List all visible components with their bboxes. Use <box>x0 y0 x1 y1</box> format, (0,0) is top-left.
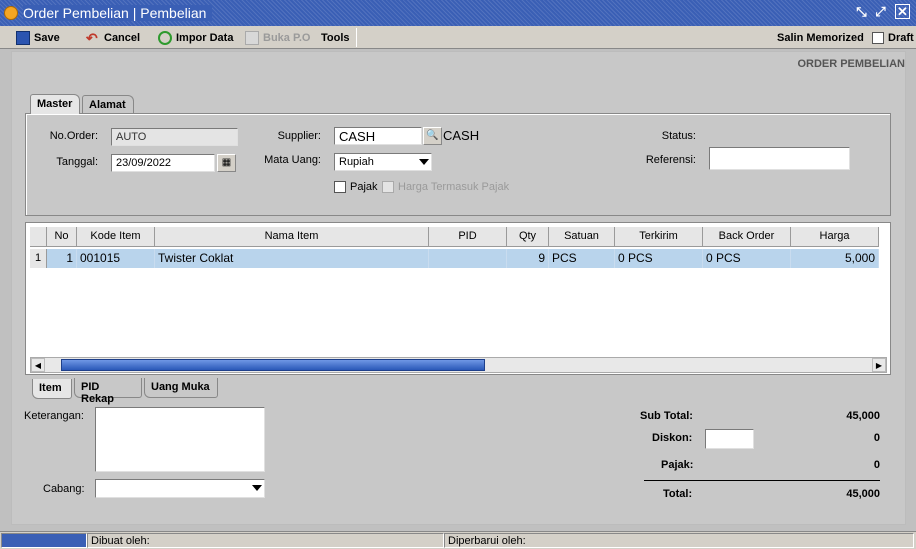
cell-no: 1 <box>47 249 77 268</box>
col-header[interactable]: Kode Item <box>77 227 155 247</box>
col-header[interactable]: Back Order <box>703 227 791 247</box>
tanggal-field[interactable]: 23/09/2022 <box>111 154 215 172</box>
row-indicator: 1 <box>30 249 47 268</box>
close-icon[interactable]: ✕ <box>895 4 910 19</box>
mata-uang-select[interactable]: Rupiah <box>334 153 432 171</box>
keterangan-label: Keterangan: <box>24 410 84 422</box>
undo-icon: ↶ <box>86 30 98 46</box>
mata-uang-label: Mata Uang: <box>264 154 321 166</box>
supplier-field[interactable]: CASH <box>334 127 422 145</box>
diskon-label: Diskon: <box>652 432 693 444</box>
sub-total-value: 45,000 <box>846 410 880 422</box>
scroll-thumb[interactable] <box>61 359 485 371</box>
page-heading: ORDER PEMBELIAN <box>797 58 905 70</box>
total-label: Total: <box>663 488 693 500</box>
status-bar: Dibuat oleh: Diperbarui oleh: <box>0 531 916 549</box>
toolbar: Save ↶ Cancel Impor Data Buka P.O Tools … <box>0 26 916 49</box>
supplier-lookup-icon[interactable]: 🔍 <box>423 127 442 145</box>
supplier-name: CASH <box>443 128 480 143</box>
tools-menu[interactable]: Tools <box>321 30 350 46</box>
status-label: Status: <box>661 130 696 142</box>
scroll-right-icon[interactable]: ▶ <box>872 358 886 372</box>
keterangan-textarea[interactable] <box>95 407 265 472</box>
tab-item[interactable]: Item <box>32 379 72 399</box>
pajak-label: Pajak <box>350 181 378 193</box>
dibuat-oleh: Dibuat oleh: <box>87 533 444 548</box>
cell-qty: 9 <box>507 249 549 268</box>
scroll-left-icon[interactable]: ◀ <box>31 358 45 372</box>
col-header[interactable]: No <box>47 227 77 247</box>
tab-master[interactable]: Master <box>30 94 80 114</box>
chevron-down-icon <box>252 485 262 491</box>
cell-pid <box>429 249 507 268</box>
horizontal-scrollbar[interactable]: ◀ ▶ <box>30 357 887 373</box>
total-divider <box>644 480 880 481</box>
draft-checkbox[interactable] <box>872 32 884 44</box>
save-button[interactable]: Save <box>16 30 60 46</box>
diskon-value: 0 <box>873 432 880 444</box>
calendar-icon[interactable]: ▦ <box>217 154 236 172</box>
col-header[interactable]: Harga <box>791 227 879 247</box>
sub-total-label: Sub Total: <box>640 410 693 422</box>
tab-pid-rekap[interactable]: PID Rekap <box>74 378 142 405</box>
title-bar: Order Pembelian | Pembelian ⤡ ⤢ ✕ <box>0 0 916 26</box>
diperbarui-oleh: Diperbarui oleh: <box>444 533 914 548</box>
diskon-field[interactable] <box>705 429 754 449</box>
grid-corner <box>30 227 47 247</box>
folder-icon <box>245 31 259 45</box>
cell-back-order: 0 PCS <box>703 249 791 268</box>
harga-pajak-checkbox <box>382 181 394 193</box>
app-icon <box>4 6 18 20</box>
maximize-icon[interactable]: ⤢ <box>872 4 889 21</box>
total-value: 45,000 <box>846 488 880 500</box>
cancel-button[interactable]: ↶ Cancel <box>86 30 140 46</box>
supplier-label: Supplier: <box>277 130 321 142</box>
status-indicator <box>1 533 87 548</box>
cabang-label: Cabang: <box>43 483 85 495</box>
tanggal-label: Tanggal: <box>56 156 98 168</box>
cell-satuan: PCS <box>549 249 615 268</box>
toolbar-separator <box>356 28 357 47</box>
referensi-label: Referensi: <box>645 154 696 166</box>
draft-toggle[interactable]: Draft <box>872 30 914 46</box>
tab-alamat[interactable]: Alamat <box>82 95 134 115</box>
chevron-down-icon <box>419 159 429 165</box>
master-form: No.Order: AUTO Tanggal: 23/09/2022 ▦ Sup… <box>25 113 891 216</box>
pajak-total-label: Pajak: <box>661 459 694 471</box>
col-header[interactable]: Qty <box>507 227 549 247</box>
harga-pajak-label: Harga Termasuk Pajak <box>398 181 510 193</box>
restore-icon[interactable]: ⤡ <box>853 4 870 21</box>
cell-kode: 001015 <box>77 249 155 268</box>
cell-harga: 5,000 <box>791 249 879 268</box>
window-title: Order Pembelian | Pembelian <box>23 5 213 21</box>
no-order-label: No.Order: <box>49 130 98 142</box>
referensi-field[interactable] <box>709 147 850 170</box>
pajak-value: 0 <box>873 459 880 471</box>
floppy-icon <box>16 31 30 45</box>
table-row[interactable]: 1 1 001015 Twister Coklat 9 PCS 0 PCS 0 … <box>30 249 879 268</box>
cell-nama: Twister Coklat <box>155 249 429 268</box>
tab-uang-muka[interactable]: Uang Muka <box>144 378 218 398</box>
col-header[interactable]: Nama Item <box>155 227 429 247</box>
buka-po-button[interactable]: Buka P.O <box>245 30 311 46</box>
refresh-icon <box>158 31 172 45</box>
col-header[interactable]: Terkirim <box>615 227 703 247</box>
cell-terkirim: 0 PCS <box>615 249 703 268</box>
col-header[interactable]: Satuan <box>549 227 615 247</box>
no-order-field: AUTO <box>111 128 238 146</box>
items-grid: No Kode Item Nama Item PID Qty Satuan Te… <box>25 222 891 375</box>
col-header[interactable]: PID <box>429 227 507 247</box>
grid-header: No Kode Item Nama Item PID Qty Satuan Te… <box>30 227 879 247</box>
pajak-checkbox[interactable] <box>334 181 346 193</box>
impor-data-button[interactable]: Impor Data <box>158 30 233 46</box>
salin-memorized-button[interactable]: Salin Memorized <box>777 30 864 46</box>
cabang-select[interactable] <box>95 479 265 498</box>
